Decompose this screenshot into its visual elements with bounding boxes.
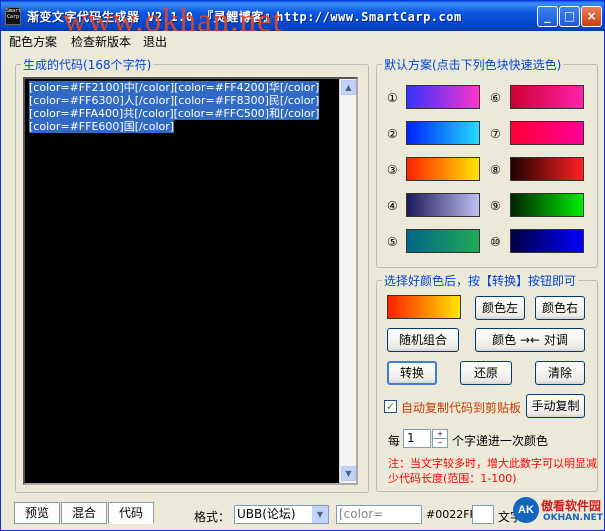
- code-text[interactable]: [color=#FF2100]中[/color][color=#FF4200]华…: [29, 81, 339, 133]
- scheme-number: ①: [387, 91, 398, 105]
- logo-mark: AK: [513, 497, 539, 523]
- gradient-preview: [387, 295, 461, 319]
- code-output[interactable]: [color=#FF2100]中[/color][color=#FF4200]华…: [23, 77, 358, 485]
- scheme-number: ②: [387, 127, 398, 141]
- scheme-swatch-1[interactable]: [406, 85, 480, 109]
- step-suffix-label: 个字递进一次颜色: [452, 434, 549, 448]
- auto-copy-label: 自动复制代码到剪贴板: [401, 401, 522, 415]
- scheme-swatch-10[interactable]: [510, 229, 584, 253]
- scheme-swatch-8[interactable]: [510, 157, 584, 181]
- menu-exit[interactable]: 退出: [143, 33, 167, 50]
- color-value-label: #0022FF: [426, 508, 476, 521]
- manual-copy-button[interactable]: 手动复制: [526, 394, 585, 418]
- format-value: UBB(论坛): [237, 507, 296, 521]
- code-scrollbar[interactable]: ▲ ▼: [339, 79, 356, 483]
- step-prefix-label: 每: [388, 434, 401, 448]
- restore-button[interactable]: 还原: [460, 361, 512, 385]
- scroll-down-icon[interactable]: ▼: [341, 466, 356, 481]
- swap-colors-button[interactable]: 颜色 →← 对调: [475, 328, 585, 352]
- step-input[interactable]: 1: [403, 429, 431, 448]
- menu-bar: 配色方案 检查新版本 退出: [1, 31, 604, 49]
- app-icon: Smart Carp: [5, 7, 21, 25]
- okhan-logo: AK 傲看软件园 OKHAN.NET: [513, 495, 605, 530]
- scheme-swatch-7[interactable]: [510, 121, 584, 145]
- auto-copy-checkbox[interactable]: ✓: [384, 400, 397, 413]
- tab-code[interactable]: 代码: [108, 502, 154, 524]
- logo-en-text: OKHAN.NET: [543, 513, 603, 523]
- menu-check-update[interactable]: 检查新版本: [71, 33, 131, 50]
- schemes-group-label: 默认方案(点击下列色块快速选色): [382, 56, 564, 73]
- scroll-up-icon[interactable]: ▲: [341, 80, 356, 95]
- decrement-icon[interactable]: −: [433, 439, 447, 448]
- scheme-swatch-5[interactable]: [406, 229, 480, 253]
- title-bar[interactable]: Smart Carp 渐变文字代码生成器 V2.1.0 『灵鲤博客』http://…: [1, 1, 604, 31]
- minimize-button[interactable]: _: [537, 6, 558, 27]
- convert-group-label: 选择好颜色后，按【转换】按钮即可: [382, 272, 579, 289]
- tab-preview[interactable]: 预览: [14, 502, 60, 524]
- scheme-number: ⑦: [490, 127, 501, 141]
- scheme-number: ③: [387, 163, 398, 177]
- format-label: 格式：: [194, 510, 231, 524]
- code-line: [color=#FF2100]中[/color][color=#FF4200]华…: [29, 81, 320, 94]
- clear-button[interactable]: 清除: [535, 361, 585, 385]
- maximize-button[interactable]: □: [559, 6, 580, 27]
- step-spinner[interactable]: + −: [432, 429, 448, 448]
- code-line: [color=#FFA400]共[/color][color=#FFC500]和…: [29, 107, 320, 120]
- color-prefix-field[interactable]: [color=: [336, 505, 422, 524]
- note-text: 注：当文字较多时，增大此数字可以明显减少代码长度(范围：1-100): [388, 457, 597, 485]
- scheme-swatch-3[interactable]: [406, 157, 480, 181]
- convert-button[interactable]: 转换: [387, 361, 437, 385]
- color-suffix-field[interactable]: [472, 505, 494, 524]
- tab-mix[interactable]: 混合: [61, 502, 107, 524]
- scheme-swatch-6[interactable]: [510, 85, 584, 109]
- window-title: 渐变文字代码生成器 V2.1.0 『灵鲤博客』http://www.SmartC…: [27, 10, 462, 24]
- increment-icon[interactable]: +: [433, 430, 447, 439]
- menu-color-scheme[interactable]: 配色方案: [9, 33, 57, 50]
- scheme-number: ⑨: [490, 199, 501, 213]
- code-group-label: 生成的代码(168个字符): [21, 56, 154, 73]
- app-window: Smart Carp 渐变文字代码生成器 V2.1.0 『灵鲤博客』http://…: [0, 0, 605, 531]
- chevron-down-icon[interactable]: ▼: [312, 506, 328, 523]
- random-combo-button[interactable]: 随机组合: [387, 328, 459, 352]
- logo-cn-text: 傲看软件园: [541, 499, 602, 513]
- code-line: [color=#FF6300]人[/color][color=#FF8300]民…: [29, 94, 320, 107]
- scheme-swatch-4[interactable]: [406, 193, 480, 217]
- code-line: [color=#FFE600]国[/color]: [29, 120, 175, 133]
- scheme-number: ⑤: [387, 235, 398, 249]
- color-right-button[interactable]: 颜色右: [535, 296, 585, 320]
- scheme-number: ④: [387, 199, 398, 213]
- color-left-button[interactable]: 颜色左: [475, 296, 525, 320]
- format-select[interactable]: UBB(论坛) ▼: [234, 505, 329, 524]
- close-button[interactable]: ×: [581, 6, 602, 27]
- scheme-swatch-9[interactable]: [510, 193, 584, 217]
- scheme-number: ⑩: [490, 235, 501, 249]
- scheme-number: ⑧: [490, 163, 501, 177]
- scheme-number: ⑥: [490, 91, 501, 105]
- scheme-swatch-2[interactable]: [406, 121, 480, 145]
